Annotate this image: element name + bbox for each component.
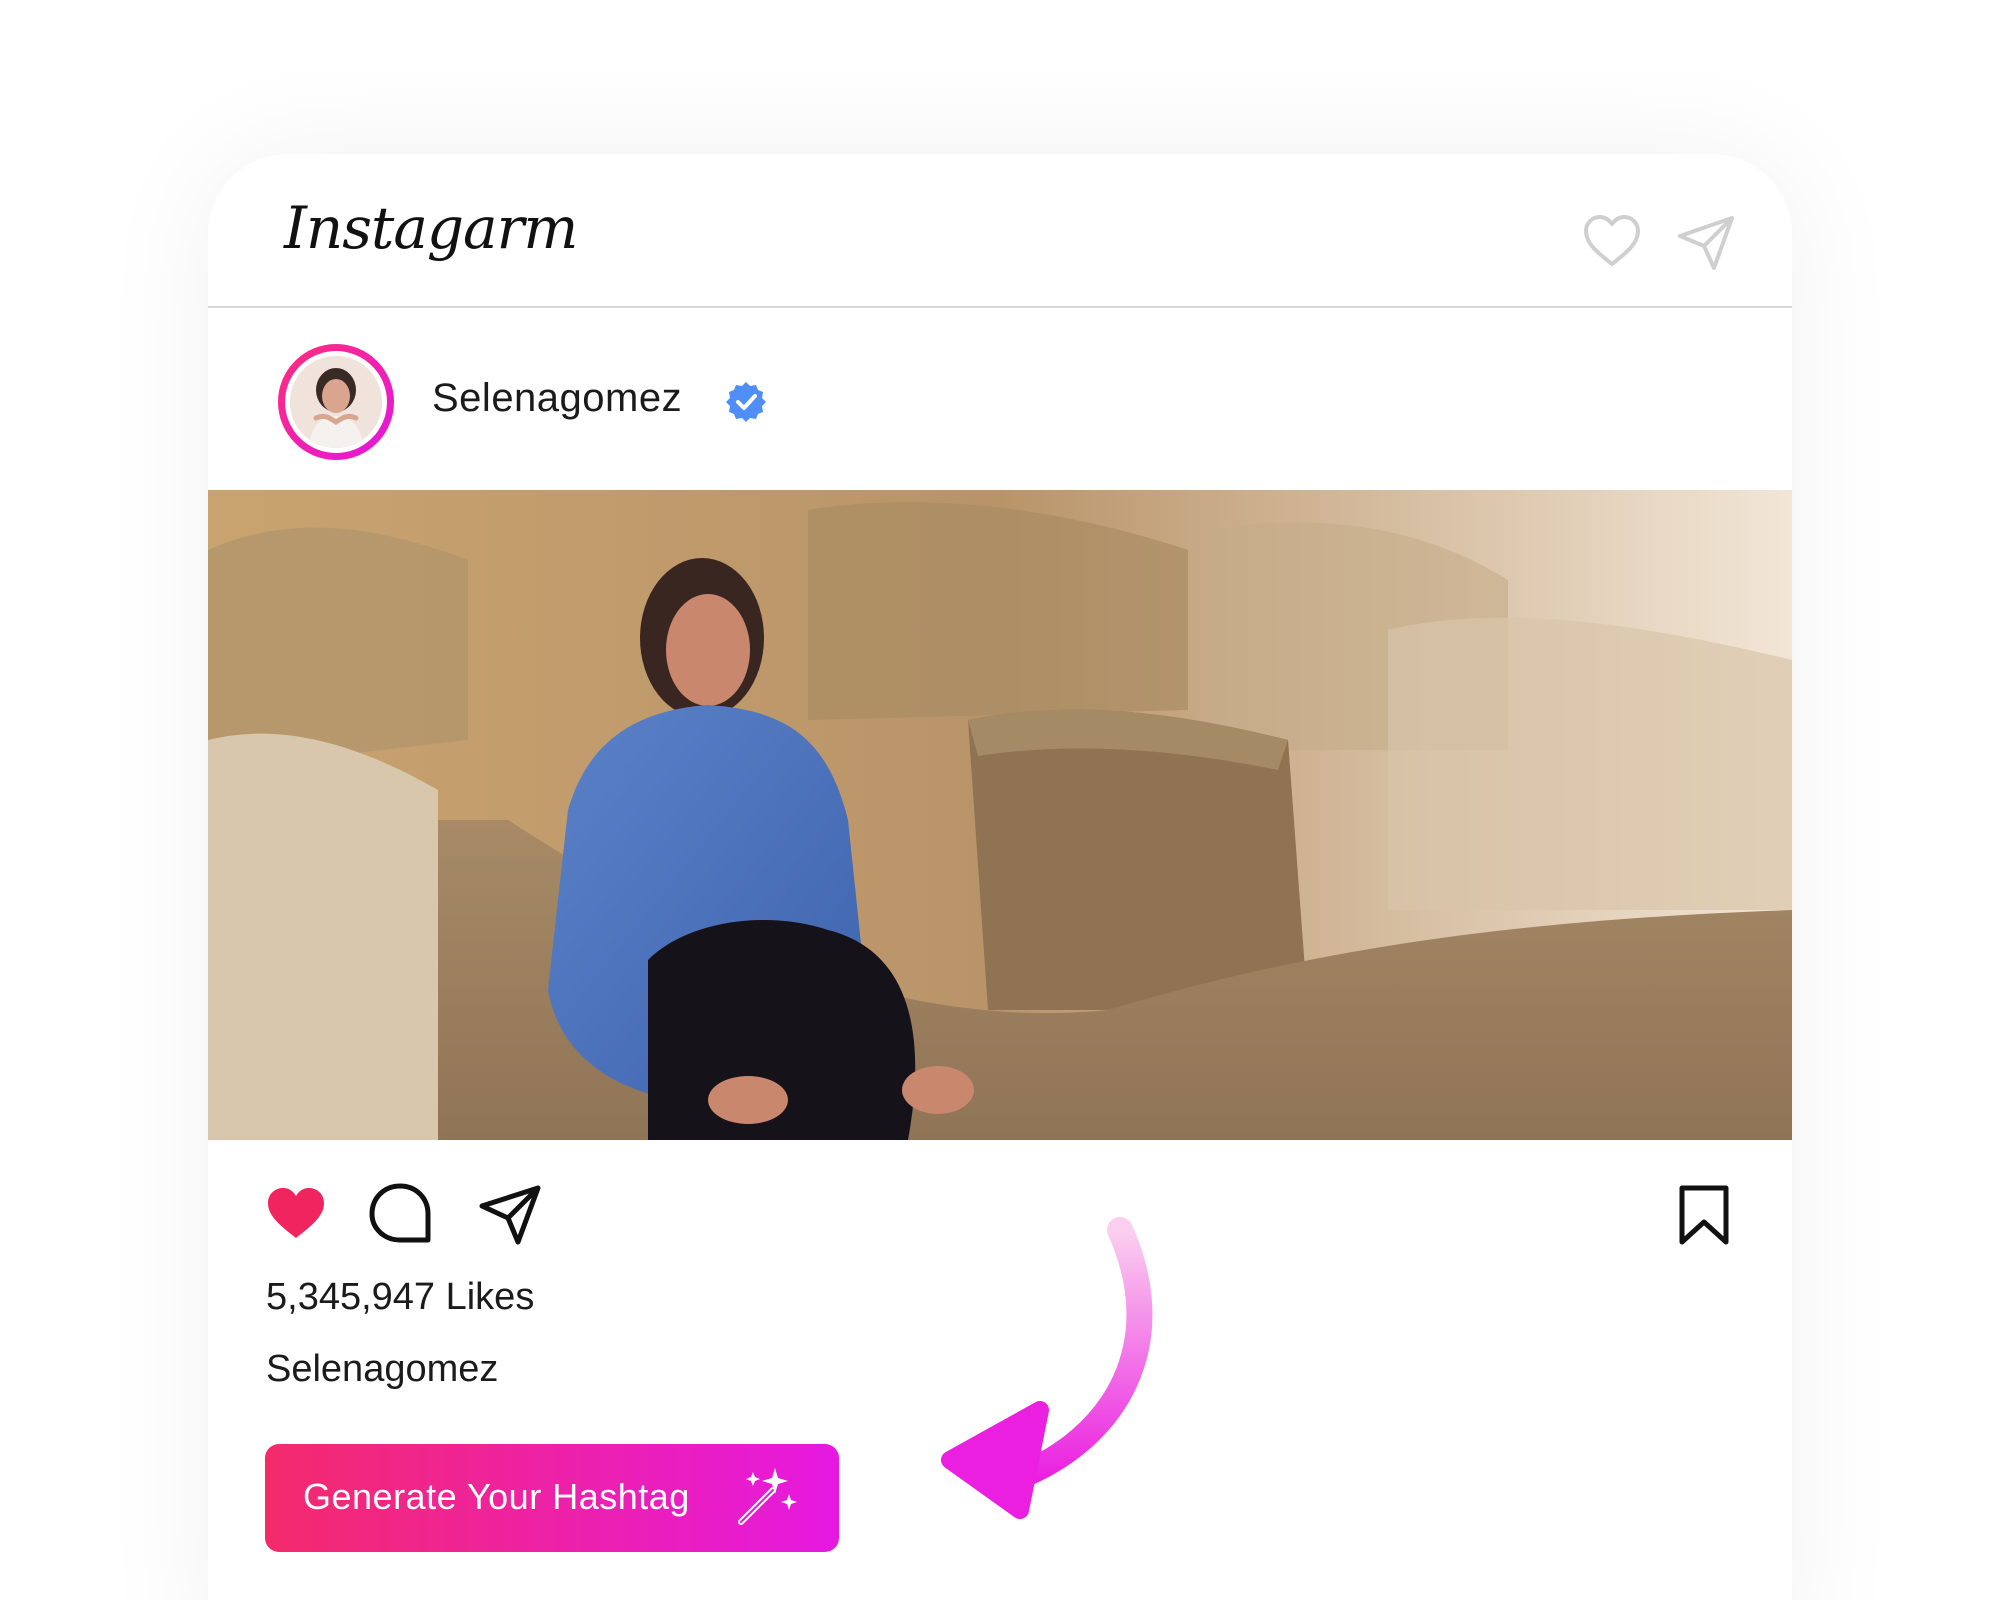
top-bar: Instagarm [208,154,1792,308]
avatar-frame [285,351,387,453]
generate-hashtag-label: Generate Your Hashtag [303,1476,690,1517]
likes-count: 5,345,947 Likes [266,1276,535,1318]
app-logo: Instagarm [284,194,578,262]
avatar-image [290,356,382,448]
heart-icon[interactable] [1580,210,1644,274]
post-photo[interactable] [208,490,1792,1140]
avatar-portrait [290,356,382,448]
like-icon[interactable] [264,1182,328,1246]
magic-wand-icon [738,1468,797,1525]
generate-hashtag-button[interactable]: Generate Your Hashtag [265,1444,839,1552]
pointer-arrow-icon [941,1217,1153,1519]
avatar[interactable] [278,344,394,460]
page: Instagarm Selenagomez 5,345,947 Likes Se… [0,0,2000,1600]
caption-username[interactable]: Selenagomez [266,1348,498,1391]
comment-icon[interactable] [368,1182,432,1246]
share-icon[interactable] [478,1182,542,1246]
bookmark-icon[interactable] [1672,1182,1736,1246]
verified-badge-icon [726,382,766,422]
send-icon[interactable] [1674,210,1738,274]
post-username[interactable]: Selenagomez [432,376,682,421]
post-photo-image [208,490,1792,1140]
